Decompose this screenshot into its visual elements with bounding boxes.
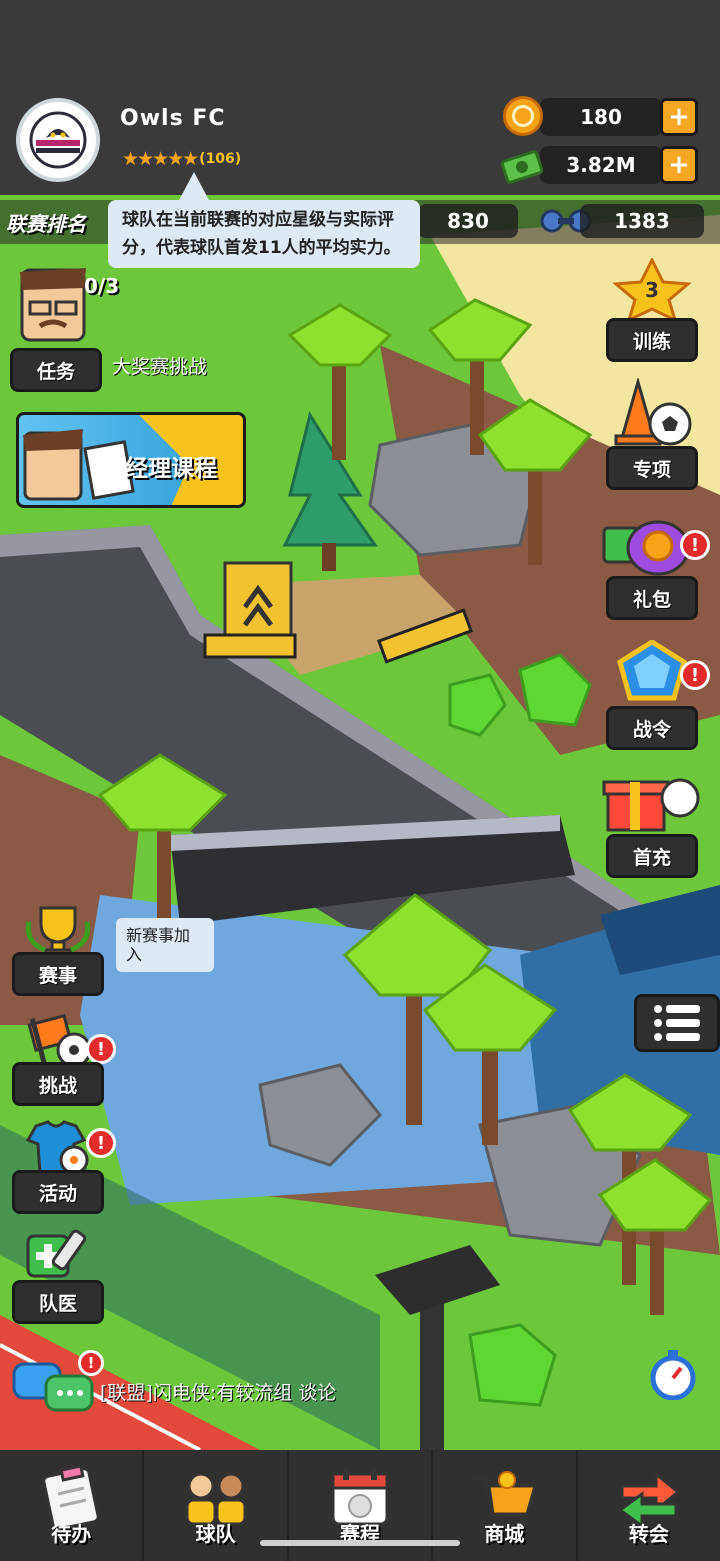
coins-counter: 180 [540, 98, 662, 136]
nav-transfer[interactable]: 转会 [578, 1450, 720, 1561]
first-recharge-gift-icon [600, 768, 700, 840]
team-name: Owls FC [120, 106, 226, 131]
rating-stars: ★★★★★ [122, 148, 199, 170]
activity-alert-icon: ! [86, 1128, 116, 1158]
rating-tooltip: 球队在当前联赛的对应星级与实际评分，代表球队首发11人的平均实力。 [108, 200, 420, 268]
home-indicator [260, 1540, 460, 1546]
cash-counter: 3.82M [540, 146, 662, 184]
medical-kit-icon [18, 1222, 98, 1286]
battle-pass-alert-icon: ! [680, 660, 710, 690]
events-button[interactable]: 赛事 [12, 952, 104, 996]
battle-pass-button[interactable]: 战令 [606, 706, 698, 750]
coin-icon [503, 96, 543, 136]
cone-ball-icon [608, 376, 696, 454]
nav-todo-label: 待办 [51, 1522, 92, 1546]
nav-team-label: 球队 [195, 1522, 236, 1546]
special-training-button[interactable]: 专项 [606, 446, 698, 490]
nav-shop-label: 商城 [484, 1522, 525, 1546]
league-stat-b: 1383 [580, 204, 704, 238]
manager-course-banner[interactable]: 经理课程 [16, 412, 246, 508]
new-event-bubble: 新赛事加入 [116, 918, 214, 972]
gift-alert-icon: ! [680, 530, 710, 560]
nav-transfer-label: 转会 [628, 1522, 669, 1546]
training-count: 3 [645, 278, 659, 302]
league-progress: 0/3 [84, 274, 120, 298]
nav-todo[interactable]: 待办 [0, 1450, 145, 1561]
activity-button[interactable]: 活动 [12, 1170, 104, 1214]
challenge-alert-icon: ! [86, 1034, 116, 1064]
tooltip-arrow [178, 172, 210, 202]
league-rank-label[interactable]: 联赛排名 [6, 208, 86, 237]
chat-alert-icon: ! [78, 1350, 104, 1376]
first-recharge-button[interactable]: 首充 [606, 834, 698, 878]
tasks-button[interactable]: 任务 [10, 348, 102, 392]
team-rating[interactable]: ★★★★★ (106) [122, 148, 241, 170]
team-badge[interactable] [16, 98, 100, 182]
cash-icon [500, 146, 546, 190]
grand-prix-caption: 大奖赛挑战 [112, 356, 208, 378]
manager-course-label: 经理课程 [125, 456, 217, 482]
league-stat-a: 830 [418, 204, 518, 238]
challenge-button[interactable]: 挑战 [12, 1062, 104, 1106]
stopwatch-icon[interactable] [648, 1348, 698, 1404]
training-button[interactable]: 训练 [606, 318, 698, 362]
add-cash-button[interactable]: + [660, 146, 698, 184]
gift-pack-button[interactable]: 礼包 [606, 576, 698, 620]
owl-crest-icon [29, 111, 87, 169]
rating-value: (106) [199, 151, 242, 167]
list-icon [654, 1005, 700, 1041]
add-coins-button[interactable]: + [660, 98, 698, 136]
menu-list-button[interactable] [634, 994, 720, 1052]
team-doctor-button[interactable]: 队医 [12, 1280, 104, 1324]
chat-message[interactable]: [联盟]闪电侠:有较流组 谈论 [100, 1378, 336, 1405]
